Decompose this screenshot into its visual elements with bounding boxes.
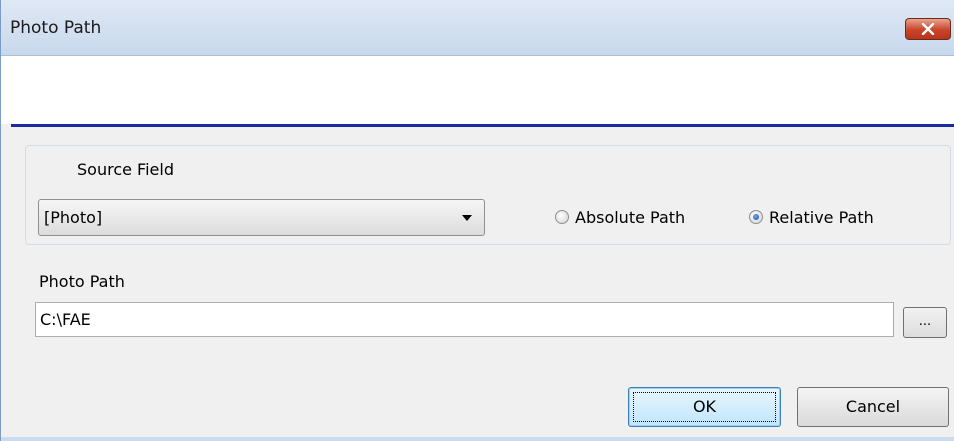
relative-path-radio[interactable]: Relative Path xyxy=(749,207,874,227)
cancel-button[interactable]: Cancel xyxy=(797,387,949,427)
focus-rectangle xyxy=(633,392,776,422)
window-title: Photo Path xyxy=(10,18,102,38)
close-button[interactable] xyxy=(905,18,951,40)
photo-path-input[interactable]: C:\FAE xyxy=(35,302,894,337)
absolute-path-label: Absolute Path xyxy=(575,207,686,227)
header-band xyxy=(1,56,954,124)
source-field-label: Source Field xyxy=(77,160,174,179)
chevron-down-icon xyxy=(462,215,472,221)
ok-button[interactable]: OK xyxy=(628,387,781,427)
source-field-select[interactable]: [Photo] xyxy=(38,199,485,236)
browse-button[interactable]: ... xyxy=(903,307,947,338)
relative-path-label: Relative Path xyxy=(769,207,874,227)
source-field-value: [Photo] xyxy=(44,208,103,227)
close-icon xyxy=(921,23,935,35)
photo-path-value: C:\FAE xyxy=(40,310,91,329)
bottom-border xyxy=(1,437,954,441)
radio-checked-icon xyxy=(749,210,763,224)
absolute-path-radio[interactable]: Absolute Path xyxy=(555,207,685,227)
radio-unchecked-icon xyxy=(555,210,569,224)
photo-path-dialog: Photo Path Source Field [Photo] Absolute… xyxy=(0,0,954,441)
photo-path-label: Photo Path xyxy=(39,272,125,291)
title-bar: Photo Path xyxy=(1,0,954,56)
